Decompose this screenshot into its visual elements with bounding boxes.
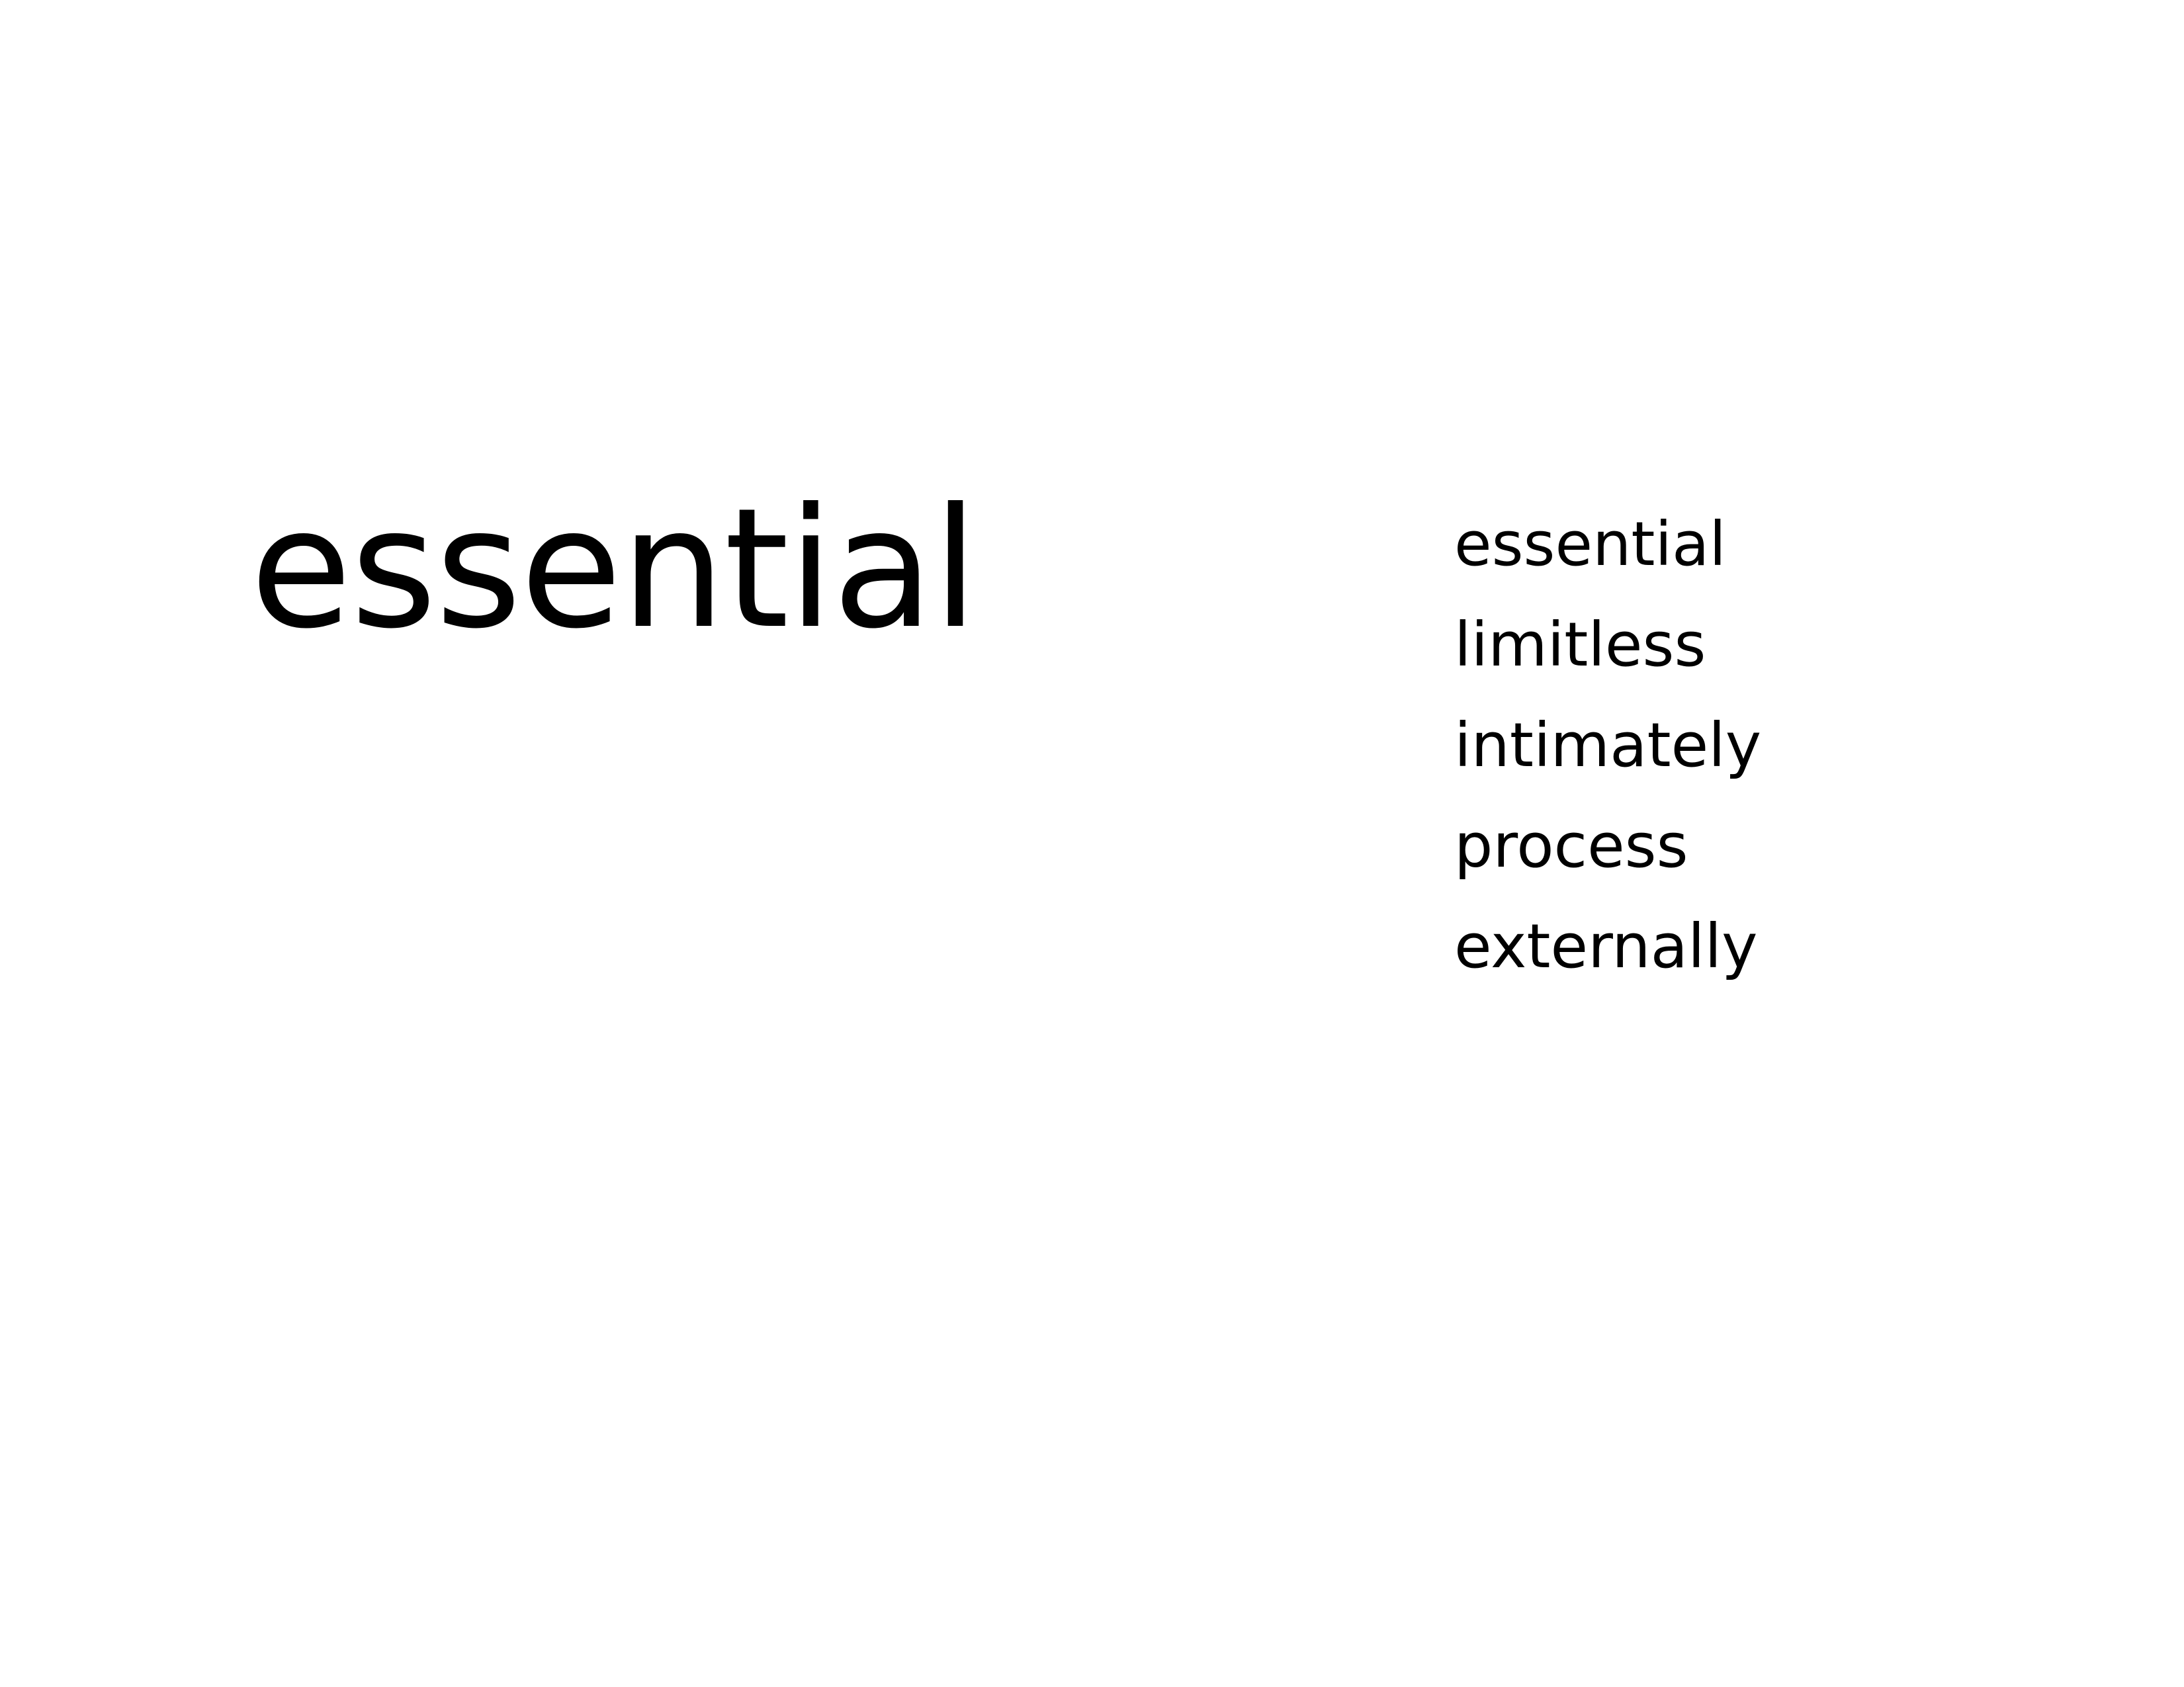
word-list-item: limitless bbox=[1454, 609, 1706, 680]
word-list-item: externally bbox=[1454, 911, 1758, 982]
word-list: essential limitless intimately process e… bbox=[1454, 503, 1761, 1006]
word-list-item: intimately bbox=[1454, 710, 1762, 781]
headline-word: essential bbox=[250, 472, 979, 665]
word-list-item: process bbox=[1454, 810, 1688, 881]
word-list-item: essential bbox=[1454, 509, 1726, 580]
